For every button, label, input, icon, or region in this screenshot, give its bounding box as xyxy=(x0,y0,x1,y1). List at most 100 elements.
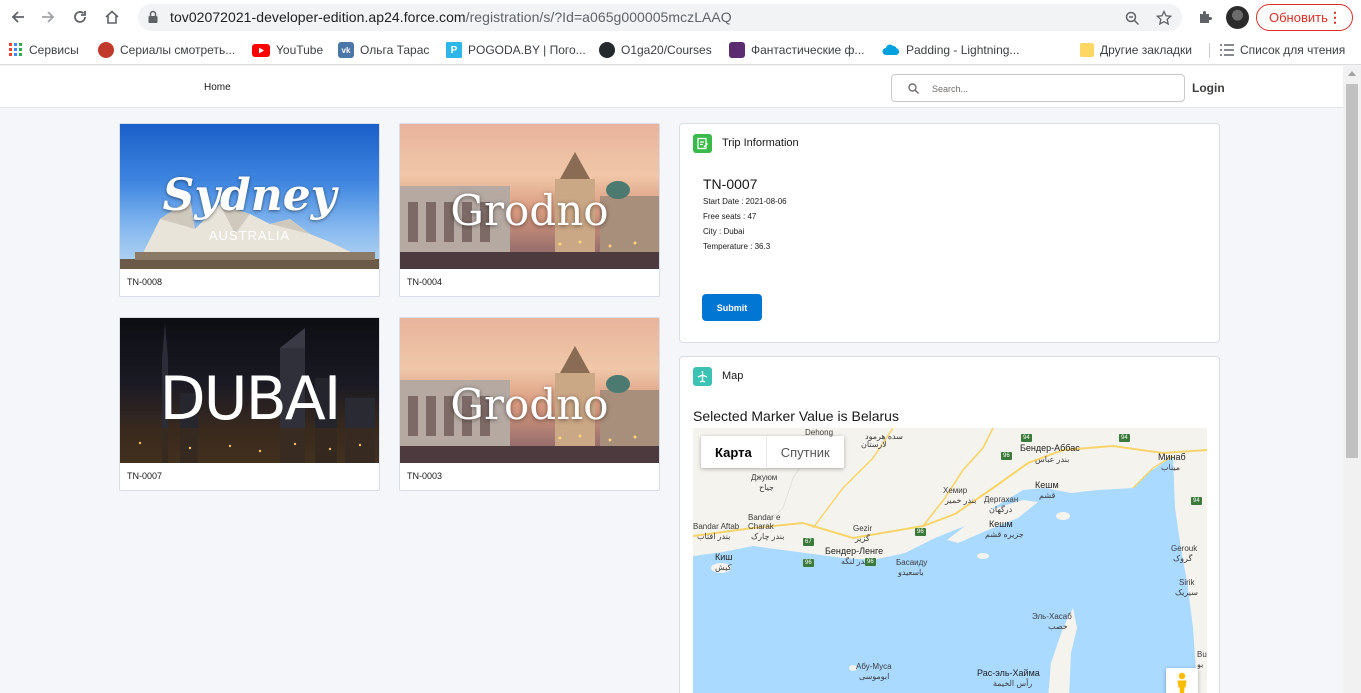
home-link[interactable]: Home xyxy=(204,82,231,93)
map-label: جیاح xyxy=(759,483,774,492)
url-path: /registration/s/?Id=a065g000005mczLAAQ xyxy=(465,9,732,25)
trip-card-image: Sydney AUSTRALIA xyxy=(120,124,379,269)
map-label: کیش xyxy=(715,563,732,572)
update-button-label: Обновить xyxy=(1269,10,1328,25)
map-label: لارستان xyxy=(861,440,887,449)
map-label: Кешм xyxy=(989,519,1013,529)
panel-title: Map xyxy=(722,370,744,382)
map-label: Gerouk xyxy=(1171,544,1198,553)
map-label: بندر چارک xyxy=(751,532,785,541)
city-subtitle: AUSTRALIA xyxy=(208,228,291,243)
back-arrow-icon xyxy=(11,11,24,23)
trip-card[interactable]: Grodno TN-0003 xyxy=(399,317,660,491)
panel-title: Trip Information xyxy=(722,137,799,149)
more-vertical-icon: ⋮ xyxy=(1328,9,1342,25)
road-number: 96 xyxy=(915,528,926,536)
free-seats-text: Free seats : 47 xyxy=(703,212,757,221)
scrollbar-thumb[interactable] xyxy=(1346,84,1358,458)
submit-button[interactable]: Submit xyxy=(702,294,762,321)
profile-avatar[interactable] xyxy=(1226,6,1249,29)
trip-number: TN-0004 xyxy=(407,277,443,287)
map-label: بو xyxy=(1197,660,1204,669)
search-box[interactable] xyxy=(891,74,1185,102)
bookmark-apps[interactable]: Сервисы xyxy=(9,41,79,59)
url-host: tov02072021-developer-edition.ap24.force… xyxy=(170,9,466,25)
road-number: 96 xyxy=(865,558,876,566)
page-content: Home Login Sydney AUSTRALIA TN-0008 xyxy=(0,66,1343,693)
city-title: Grodno xyxy=(450,186,609,235)
trip-card-image: DUBAI xyxy=(120,318,379,463)
scroll-up-arrow-icon[interactable] xyxy=(1348,71,1356,76)
start-date-text: Start Date : 2021-08-06 xyxy=(703,197,787,206)
browser-toolbar: tov02072021-developer-edition.ap24.force… xyxy=(0,0,1361,35)
task-icon xyxy=(693,134,712,153)
bookmark-serials[interactable]: Сериалы смотреть... xyxy=(98,41,235,59)
map-label: Рас-эль-Хайма xyxy=(977,668,1040,678)
address-bar[interactable]: tov02072021-developer-edition.ap24.force… xyxy=(138,4,1182,31)
map-tab-map[interactable]: Карта xyxy=(701,436,767,468)
bookmark-youtube[interactable]: YouTube xyxy=(252,41,323,59)
bookmark-label: POGODA.BY | Пого... xyxy=(468,43,586,57)
road-number: 96 xyxy=(1001,452,1012,460)
bookmark-github[interactable]: O1ga20/Courses xyxy=(599,41,712,59)
bookmark-label: Ольга Тарас xyxy=(360,43,430,57)
trip-card[interactable]: Sydney AUSTRALIA TN-0008 xyxy=(119,123,380,297)
page-scrollbar[interactable] xyxy=(1343,66,1361,693)
map-label: باسعیدو xyxy=(898,568,924,577)
map-label: Dehong xyxy=(805,428,834,437)
map-label: Киш xyxy=(715,552,733,562)
url-text: tov02072021-developer-edition.ap24.force… xyxy=(170,9,732,25)
reading-list-label: Список для чтения xyxy=(1240,43,1346,57)
trip-number: TN-0008 xyxy=(127,277,163,287)
google-map[interactable]: Карта Спутник Dehong سده هرمود لارستان Б… xyxy=(693,428,1207,693)
trip-card[interactable]: DUBAI TN-0007 xyxy=(119,317,380,491)
trip-number-heading: TN-0007 xyxy=(703,176,758,192)
forward-button[interactable] xyxy=(35,4,61,30)
trip-card[interactable]: Grodno TN-0004 xyxy=(399,123,660,297)
site-favicon xyxy=(98,42,114,58)
bookmarks-divider xyxy=(1209,43,1210,58)
map-label: بندر عباس xyxy=(1035,455,1070,464)
back-button[interactable] xyxy=(5,4,31,30)
search-icon xyxy=(908,83,919,94)
city-text: City : Dubai xyxy=(703,227,745,236)
road-number: 94 xyxy=(1191,497,1202,505)
apps-grid-icon xyxy=(9,43,22,56)
map-tab-satellite[interactable]: Спутник xyxy=(767,436,844,468)
bookmark-padding[interactable]: Padding - Lightning... xyxy=(882,41,1019,59)
city-title: DUBAI xyxy=(159,364,341,434)
login-link[interactable]: Login xyxy=(1192,81,1225,95)
map-label: Дергахан xyxy=(984,495,1019,504)
map-label: قشم xyxy=(1039,491,1056,500)
map-label: جزیره قشم xyxy=(985,530,1024,539)
map-label: رأس الخيمة xyxy=(993,679,1033,688)
city-title: Grodno xyxy=(450,380,609,429)
temperature-text: Temperature : 36.3 xyxy=(703,242,771,251)
forward-arrow-icon xyxy=(42,11,55,23)
map-label: Bandar e Charak xyxy=(748,513,781,531)
bookmark-vk[interactable]: vk Ольга Тарас xyxy=(338,41,429,59)
map-label: Абу-Муса xyxy=(856,662,892,671)
home-button[interactable] xyxy=(99,4,125,30)
bookmark-pogoda[interactable]: P POGODA.BY | Пого... xyxy=(446,41,586,59)
road-number: 94 xyxy=(1021,434,1032,442)
reading-list[interactable]: Список для чтения xyxy=(1220,41,1345,59)
bookmark-fantastic[interactable]: Фантастические ф... xyxy=(729,41,864,59)
reading-list-icon xyxy=(1220,44,1234,56)
bookmark-star-icon[interactable] xyxy=(1155,9,1173,27)
bookmarks-bar: Сервисы Сериалы смотреть... YouTube vk О… xyxy=(0,35,1361,65)
pegman-icon xyxy=(1177,672,1187,693)
street-view-pegman[interactable] xyxy=(1166,668,1198,693)
reload-button[interactable] xyxy=(67,4,93,30)
map-label: Бендер-Ленге xyxy=(825,546,884,556)
other-bookmarks-label: Другие закладки xyxy=(1100,43,1192,57)
folder-icon xyxy=(1080,43,1094,57)
zoom-icon[interactable] xyxy=(1123,9,1141,27)
map-label: Gezir xyxy=(853,524,873,533)
map-label: گزیر xyxy=(855,534,870,543)
update-button[interactable]: Обновить ⋮ xyxy=(1256,4,1353,31)
other-bookmarks[interactable]: Другие закладки xyxy=(1080,41,1192,59)
extensions-button[interactable] xyxy=(1192,4,1218,30)
search-input[interactable] xyxy=(932,81,1172,97)
github-icon xyxy=(599,42,615,58)
